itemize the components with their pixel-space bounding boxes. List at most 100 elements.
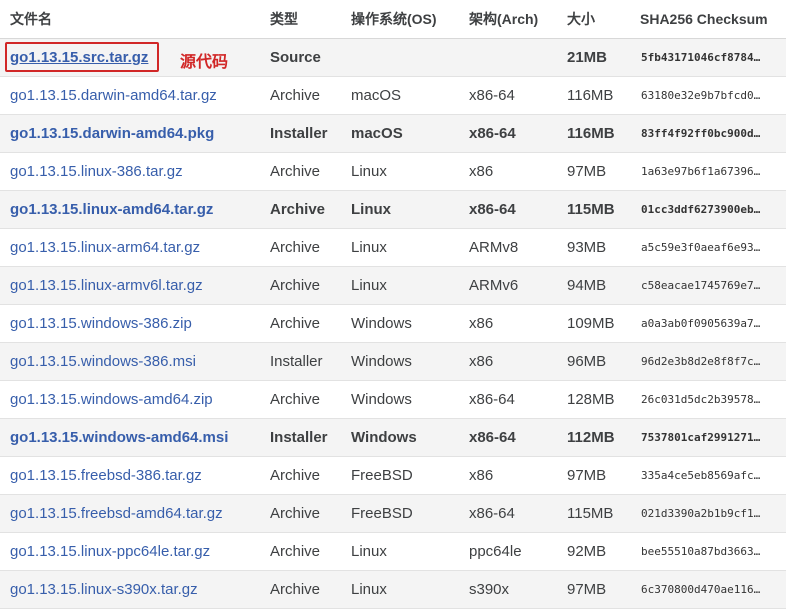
header-row: 文件名 类型 操作系统(OS) 架构(Arch) 大小 SHA256 Check… [0,0,786,39]
download-link[interactable]: go1.13.15.linux-386.tar.gz [10,163,183,180]
kind-cell: Archive [260,570,341,609]
filename-cell: go1.13.15.freebsd-386.tar.gz [0,456,260,495]
kind-cell: Archive [260,228,341,267]
kind-cell: Archive [260,456,341,495]
os-cell: Windows [341,342,459,381]
checksum-cell: 83ff4f92ff0bc900d… [630,114,786,153]
kind-cell: Archive [260,494,341,533]
table-row: go1.13.15.linux-arm64.tar.gz Archive Linux… [0,228,786,267]
size-cell: 112MB [557,418,630,457]
download-link[interactable]: go1.13.15.windows-386.msi [10,353,196,370]
download-link[interactable]: go1.13.15.linux-s390x.tar.gz [10,581,198,598]
filename-cell: go1.13.15.linux-s390x.tar.gz [0,570,260,609]
download-link[interactable]: go1.13.15.freebsd-amd64.tar.gz [10,505,223,522]
size-cell: 96MB [557,342,630,381]
table-row: go1.13.15.windows-amd64.zip Archive Window… [0,380,786,419]
filename-cell: go1.13.15.windows-386.zip [0,304,260,343]
filename-cell: go1.13.15.darwin-amd64.pkg [0,114,260,153]
download-link[interactable]: go1.13.15.src.tar.gz [10,49,148,66]
download-link[interactable]: go1.13.15.freebsd-386.tar.gz [10,467,202,484]
os-cell: Linux [341,190,459,229]
download-link[interactable]: go1.13.15.linux-arm64.tar.gz [10,239,200,256]
header-size: 大小 [557,0,630,39]
size-cell: 128MB [557,380,630,419]
kind-cell: Installer [260,418,341,457]
download-link[interactable]: go1.13.15.darwin-amd64.pkg [10,125,214,142]
size-cell: 116MB [557,114,630,153]
os-cell: Linux [341,266,459,305]
os-cell: Linux [341,532,459,571]
size-cell: 97MB [557,152,630,191]
checksum-cell: a5c59e3f0aeaf6e93… [630,228,786,267]
download-link[interactable]: go1.13.15.darwin-amd64.tar.gz [10,87,217,104]
checksum-cell: a0a3ab0f0905639a7… [630,304,786,343]
table-row: go1.13.15.linux-amd64.tar.gz Archive Linux… [0,190,786,229]
filename-cell: go1.13.15.freebsd-amd64.tar.gz [0,494,260,533]
download-link[interactable]: go1.13.15.windows-amd64.zip [10,391,213,408]
table-row: go1.13.15.src.tar.gz Source 21MB 5fb4317104… [0,38,786,77]
header-filename: 文件名 [0,0,260,39]
kind-cell: Archive [260,304,341,343]
filename-cell: go1.13.15.linux-armv6l.tar.gz [0,266,260,305]
filename-cell: go1.13.15.windows-amd64.zip [0,380,260,419]
kind-cell: Source [260,38,341,77]
download-link[interactable]: go1.13.15.linux-ppc64le.tar.gz [10,543,210,560]
checksum-cell: 335a4ce5eb8569afc… [630,456,786,495]
kind-cell: Archive [260,532,341,571]
download-link[interactable]: go1.13.15.windows-386.zip [10,315,192,332]
download-link[interactable]: go1.13.15.windows-amd64.msi [10,429,228,446]
arch-cell: x86-64 [459,380,557,419]
size-cell: 97MB [557,456,630,495]
table-row: go1.13.15.freebsd-386.tar.gz Archive FreeB… [0,456,786,495]
table-row: go1.13.15.darwin-amd64.pkg Installer macOS… [0,114,786,153]
size-cell: 21MB [557,38,630,77]
checksum-cell: 1a63e97b6f1a67396… [630,152,786,191]
arch-cell: x86 [459,152,557,191]
kind-cell: Archive [260,152,341,191]
checksum-cell: 6c370800d470ae116… [630,570,786,609]
size-cell: 116MB [557,76,630,115]
arch-cell: x86-64 [459,190,557,229]
size-cell: 115MB [557,494,630,533]
header-os: 操作系统(OS) [341,0,459,39]
arch-cell: x86 [459,304,557,343]
downloads-table: 文件名 类型 操作系统(OS) 架构(Arch) 大小 SHA256 Check… [0,0,786,609]
kind-cell: Archive [260,380,341,419]
download-link[interactable]: go1.13.15.linux-armv6l.tar.gz [10,277,203,294]
size-cell: 97MB [557,570,630,609]
checksum-cell: 7537801caf2991271… [630,418,786,457]
os-cell: macOS [341,114,459,153]
header-arch: 架构(Arch) [459,0,557,39]
filename-cell: go1.13.15.linux-ppc64le.tar.gz [0,532,260,571]
table-row: go1.13.15.darwin-amd64.tar.gz Archive macO… [0,76,786,115]
checksum-cell: 5fb43171046cf8784… [630,38,786,77]
checksum-cell: 021d3390a2b1b9cf1… [630,494,786,533]
size-cell: 93MB [557,228,630,267]
source-annotation: 源代码 [180,52,229,71]
os-cell: FreeBSD [341,456,459,495]
table-row: go1.13.15.linux-ppc64le.tar.gz Archive Lin… [0,532,786,571]
arch-cell: ARMv6 [459,266,557,305]
table-row: go1.13.15.windows-amd64.msi Installer Wind… [0,418,786,457]
filename-cell: go1.13.15.darwin-amd64.tar.gz [0,76,260,115]
size-cell: 92MB [557,532,630,571]
os-cell: Windows [341,304,459,343]
kind-cell: Installer [260,114,341,153]
os-cell: Linux [341,228,459,267]
table-body: go1.13.15.src.tar.gz Source 21MB 5fb4317104… [0,38,786,609]
arch-cell: x86-64 [459,76,557,115]
kind-cell: Archive [260,76,341,115]
size-cell: 109MB [557,304,630,343]
kind-cell: Archive [260,266,341,305]
checksum-cell: 26c031d5dc2b39578… [630,380,786,419]
table-header: 文件名 类型 操作系统(OS) 架构(Arch) 大小 SHA256 Check… [0,0,786,39]
arch-cell: x86-64 [459,114,557,153]
filename-cell: go1.13.15.linux-386.tar.gz [0,152,260,191]
kind-cell: Installer [260,342,341,381]
filename-cell: go1.13.15.linux-arm64.tar.gz [0,228,260,267]
arch-cell: ppc64le [459,532,557,571]
filename-cell: go1.13.15.windows-amd64.msi [0,418,260,457]
os-cell: FreeBSD [341,494,459,533]
arch-cell: s390x [459,570,557,609]
download-link[interactable]: go1.13.15.linux-amd64.tar.gz [10,201,213,218]
